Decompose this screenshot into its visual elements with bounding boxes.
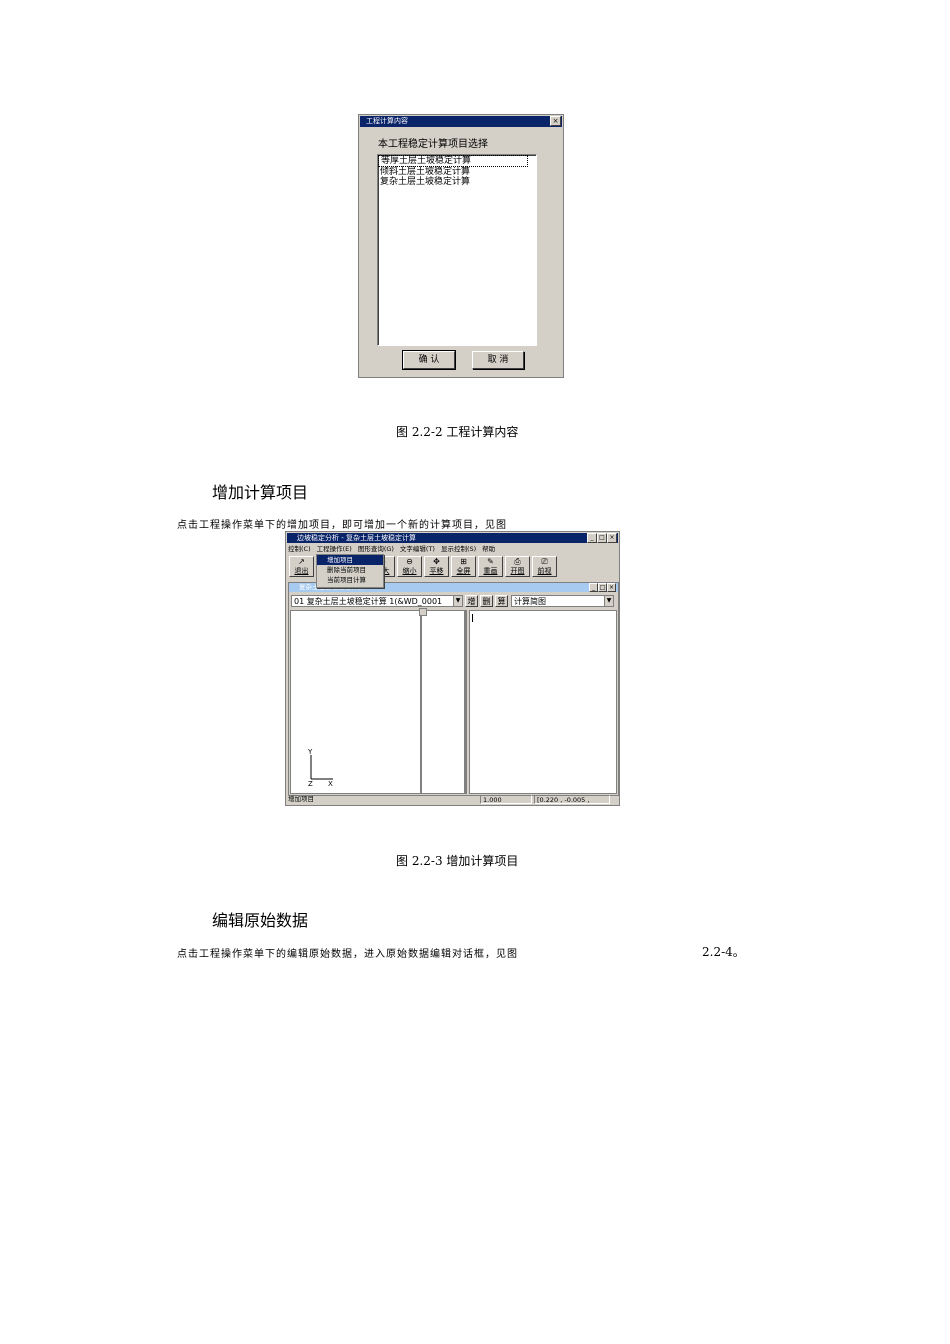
calc-item-list[interactable]: 等厚土层土坡稳定计算 倾斜土层土坡稳定计算 复杂土层土坡稳定计算 xyxy=(377,154,537,346)
list-item[interactable]: 倾斜土层土坡稳定计算 xyxy=(378,167,536,177)
menu-graphic-query[interactable]: 图形查询(G) xyxy=(358,544,394,554)
menu-item-delete-project[interactable]: 删除当前项目 xyxy=(317,565,383,575)
middle-pane[interactable] xyxy=(419,608,465,794)
chevron-down-icon[interactable]: ▼ xyxy=(604,596,613,606)
paragraph: 点击工程操作菜单下的增加项目，即可增加一个新的计算项目，见图 xyxy=(177,520,507,531)
confirm-button[interactable]: 确 认 xyxy=(402,350,456,370)
calculate-button[interactable]: 算 xyxy=(495,595,508,607)
figure-reference: 2.2-4。 xyxy=(702,945,745,959)
splitter-handle[interactable] xyxy=(419,608,427,616)
delete-button[interactable]: 删 xyxy=(480,595,493,607)
chevron-down-icon[interactable]: ▼ xyxy=(453,596,462,606)
section-heading: 增加计算项目 xyxy=(212,483,309,502)
menu-text-edit[interactable]: 文字编辑(T) xyxy=(400,544,435,554)
slope-stability-app-window: 边坡稳定分析 - 复杂土层土坡稳定计算 _ □ × 控制(C) 工程操作(E) … xyxy=(285,531,620,806)
add-button[interactable]: 增 xyxy=(465,595,478,607)
drawing-pane[interactable]: Y Z X xyxy=(290,610,421,794)
axis-z-label: Z xyxy=(308,780,313,788)
text-pane[interactable] xyxy=(469,610,617,794)
status-scale: 1.000 xyxy=(480,795,532,804)
exit-button[interactable]: ↗ 退出 xyxy=(289,556,314,577)
menu-item-add-project[interactable]: 增加项目 xyxy=(317,555,383,565)
splitter[interactable] xyxy=(465,610,467,794)
redraw-button[interactable]: ✎ 重画 xyxy=(478,556,503,577)
maximize-icon[interactable]: □ xyxy=(597,533,607,543)
text-cursor xyxy=(472,614,473,622)
fullscreen-icon: ⊞ xyxy=(460,557,467,566)
front-view-icon: ⎚ xyxy=(541,557,548,566)
open-figure-button[interactable]: ⎙ 开图 xyxy=(505,556,530,577)
menu-control[interactable]: 控制(C) xyxy=(288,544,311,554)
menu-display-control[interactable]: 显示控制(S) xyxy=(441,544,476,554)
project-select[interactable]: 01 复杂土层土坡稳定计算 1(&WD_0001 ▼ xyxy=(291,595,463,607)
open-figure-icon: ⎙ xyxy=(514,557,521,566)
redraw-icon: ✎ xyxy=(487,557,494,566)
pan-icon: ✥ xyxy=(433,557,440,566)
menu-bar: 控制(C) 工程操作(E) 图形查询(G) 文字编辑(T) 显示控制(S) 帮助 xyxy=(288,544,495,554)
zoom-out-button[interactable]: ⊖ 缩小 xyxy=(397,556,422,577)
figure-caption: 图 2.2-2 工程计算内容 xyxy=(396,425,519,439)
close-icon[interactable]: × xyxy=(550,116,561,126)
figure-caption: 图 2.2-3 增加计算项目 xyxy=(396,854,519,868)
project-content-dialog: 工程计算内容 × 本工程稳定计算项目选择 等厚土层土坡稳定计算 倾斜土层土坡稳定… xyxy=(358,114,564,378)
status-bar: 增加项目 1.000 [0.220 , -0.005 , 0.000] xyxy=(286,794,619,805)
minimize-icon[interactable]: _ xyxy=(587,533,597,543)
paragraph: 点击工程操作菜单下的编辑原始数据，进入原始数据编辑对话框，见图 xyxy=(177,949,518,960)
exit-icon: ↗ xyxy=(298,557,305,566)
fullscreen-button[interactable]: ⊞ 全屏 xyxy=(451,556,476,577)
axis-y-label: Y xyxy=(308,748,313,756)
menu-help[interactable]: 帮助 xyxy=(482,544,495,554)
axis-x-label: X xyxy=(328,780,333,788)
minimize-icon[interactable]: _ xyxy=(589,583,598,592)
dialog-label: 本工程稳定计算项目选择 xyxy=(378,139,488,150)
view-select[interactable]: 计算简图 ▼ xyxy=(511,595,614,607)
maximize-icon[interactable]: □ xyxy=(598,583,607,592)
dialog-title: 工程计算内容 xyxy=(360,116,562,127)
project-child-window: 复杂土层土坡稳定计算 _ □ × 01 复杂土层土坡稳定计算 1(&WD_000… xyxy=(288,582,619,796)
close-icon[interactable]: × xyxy=(607,533,617,543)
status-coords: [0.220 , -0.005 , 0.000] xyxy=(534,795,610,804)
front-view-button[interactable]: ⎚ 前视 xyxy=(532,556,557,577)
menu-item-calc-project[interactable]: 当前项目计算 xyxy=(317,575,383,585)
zoom-out-icon: ⊖ xyxy=(406,557,413,566)
section-heading: 编辑原始数据 xyxy=(212,911,309,930)
cancel-button[interactable]: 取 消 xyxy=(472,351,524,369)
app-title: 边坡稳定分析 - 复杂土层土坡稳定计算 xyxy=(287,533,618,543)
pan-button[interactable]: ✥ 平移 xyxy=(424,556,449,577)
menu-project-ops[interactable]: 工程操作(E) xyxy=(317,544,352,554)
close-icon[interactable]: × xyxy=(607,583,616,592)
status-text: 增加项目 xyxy=(288,795,314,803)
list-item[interactable]: 等厚土层土坡稳定计算 xyxy=(378,155,528,167)
list-item[interactable]: 复杂土层土坡稳定计算 xyxy=(378,177,536,187)
project-ops-dropdown: 增加项目 删除当前项目 当前项目计算 xyxy=(316,554,384,588)
